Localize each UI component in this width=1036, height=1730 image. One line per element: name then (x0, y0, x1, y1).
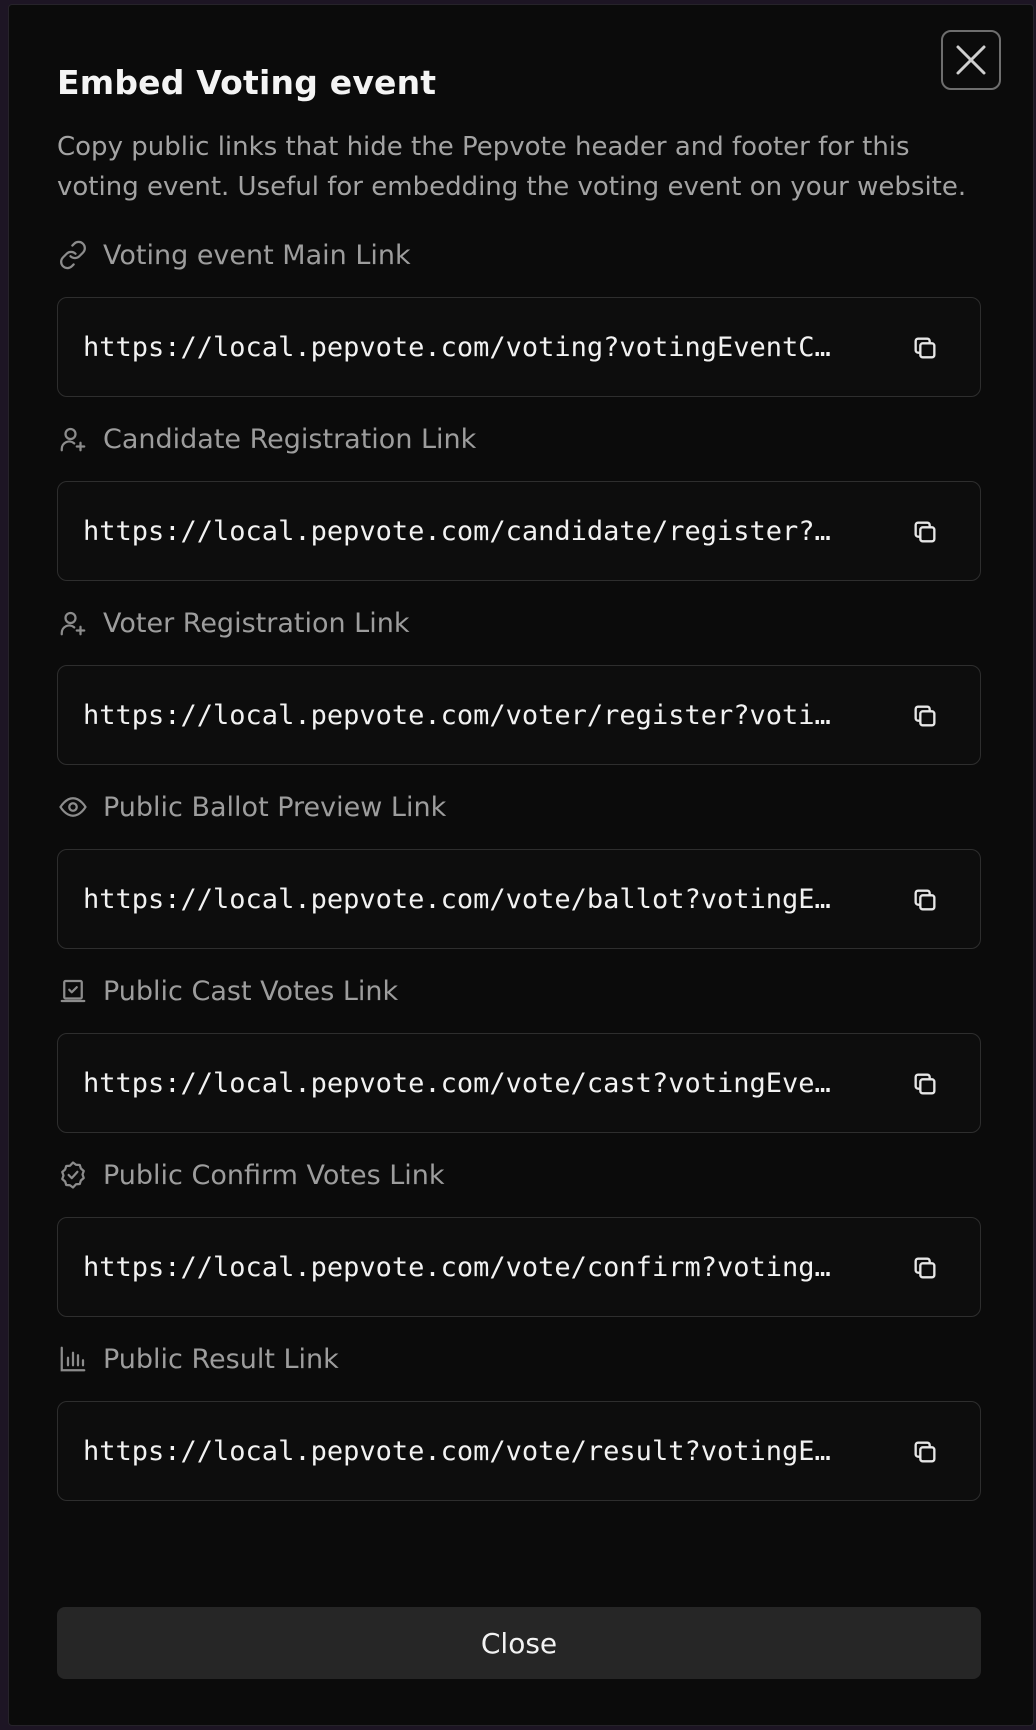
link-label: Voting event Main Link (103, 239, 411, 271)
copy-icon[interactable] (908, 515, 942, 549)
link-url[interactable]: https://local.pepvote.com/vote/confirm?v… (83, 1252, 869, 1283)
close-icon-button[interactable] (941, 30, 1001, 90)
link-url[interactable]: https://local.pepvote.com/vote/cast?voti… (83, 1068, 869, 1099)
copy-icon[interactable] (908, 1067, 942, 1101)
copy-icon[interactable] (908, 1251, 942, 1285)
copy-icon[interactable] (908, 699, 942, 733)
link-section-ballot-preview: Public Ballot Preview Link https://local… (57, 787, 981, 949)
close-button[interactable]: Close (57, 1607, 981, 1679)
link-field[interactable]: https://local.pepvote.com/candidate/regi… (57, 481, 981, 581)
link-label: Public Confirm Votes Link (103, 1159, 445, 1191)
link-label: Public Ballot Preview Link (103, 791, 447, 823)
dialog-title: Embed Voting event (57, 63, 437, 102)
link-section-main: Voting event Main Link https://local.pep… (57, 235, 981, 397)
link-url[interactable]: https://local.pepvote.com/candidate/regi… (83, 516, 869, 547)
embed-dialog: Embed Voting event Copy public links tha… (8, 4, 1034, 1726)
dialog-description: Copy public links that hide the Pepvote … (57, 132, 967, 202)
user-plus-icon (57, 607, 89, 639)
eye-icon (57, 791, 89, 823)
link-field[interactable]: https://local.pepvote.com/vote/result?vo… (57, 1401, 981, 1501)
link-url[interactable]: https://local.pepvote.com/vote/result?vo… (83, 1436, 869, 1467)
link-section-candidate: Candidate Registration Link https://loca… (57, 419, 981, 581)
link-section-voter: Voter Registration Link https://local.pe… (57, 603, 981, 765)
link-label: Candidate Registration Link (103, 423, 477, 455)
link-field[interactable]: https://local.pepvote.com/vote/ballot?vo… (57, 849, 981, 949)
link-field[interactable]: https://local.pepvote.com/voting?votingE… (57, 297, 981, 397)
ballot-box-icon (57, 975, 89, 1007)
link-field[interactable]: https://local.pepvote.com/voter/register… (57, 665, 981, 765)
user-plus-icon (57, 423, 89, 455)
link-section-cast-votes: Public Cast Votes Link https://local.pep… (57, 971, 981, 1133)
copy-icon[interactable] (908, 331, 942, 365)
link-field[interactable]: https://local.pepvote.com/vote/confirm?v… (57, 1217, 981, 1317)
link-url[interactable]: https://local.pepvote.com/vote/ballot?vo… (83, 884, 869, 915)
link-icon (57, 239, 89, 271)
link-label: Public Result Link (103, 1343, 339, 1375)
link-url[interactable]: https://local.pepvote.com/voting?votingE… (83, 332, 869, 363)
link-label: Public Cast Votes Link (103, 975, 399, 1007)
link-label: Voter Registration Link (103, 607, 410, 639)
bar-chart-icon (57, 1343, 89, 1375)
close-icon (954, 43, 988, 77)
link-section-confirm-votes: Public Confirm Votes Link https://local.… (57, 1155, 981, 1317)
badge-check-icon (57, 1159, 89, 1191)
link-field[interactable]: https://local.pepvote.com/vote/cast?voti… (57, 1033, 981, 1133)
link-url[interactable]: https://local.pepvote.com/voter/register… (83, 700, 869, 731)
link-section-result: Public Result Link https://local.pepvote… (57, 1339, 981, 1501)
copy-icon[interactable] (908, 1435, 942, 1469)
copy-icon[interactable] (908, 883, 942, 917)
